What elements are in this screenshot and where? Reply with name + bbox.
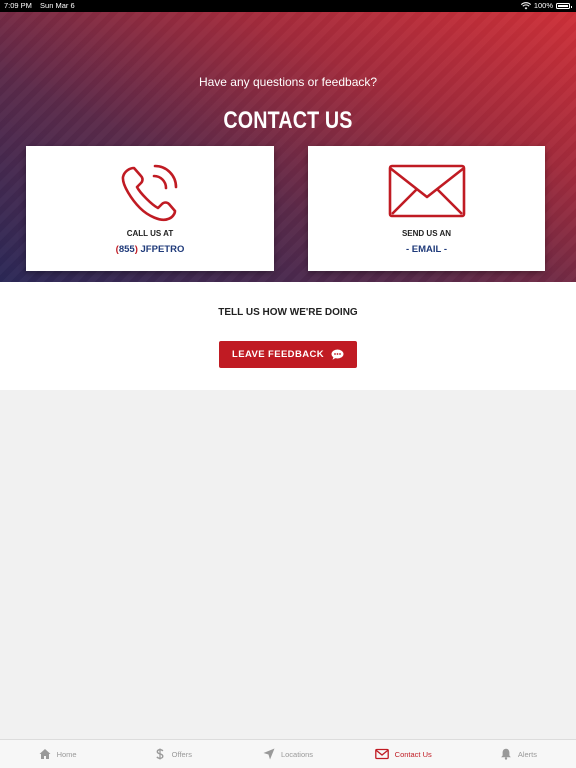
- status-date: Sun Mar 6: [40, 1, 75, 10]
- home-icon: [39, 749, 51, 759]
- status-time: 7:09 PM: [4, 1, 32, 10]
- send-us-label: SEND US AN: [401, 229, 452, 238]
- wifi-icon: [520, 2, 531, 10]
- feedback-section: TELL US HOW WE'RE DOING LEAVE FEEDBACK: [0, 282, 576, 390]
- phone-ringing-icon: [121, 164, 178, 222]
- leave-feedback-label: LEAVE FEEDBACK: [232, 349, 324, 360]
- page-title: CONTACT US: [223, 107, 353, 134]
- tab-contact-us[interactable]: Contact Us: [346, 740, 461, 768]
- hero-question: Have any questions or feedback?: [198, 75, 378, 89]
- phone-number-link[interactable]: (855) JFPETRO: [26, 244, 274, 255]
- tab-alerts[interactable]: Alerts: [461, 740, 576, 768]
- call-us-label: CALL US AT: [126, 229, 174, 238]
- chat-bubble-icon: [331, 349, 344, 360]
- tab-bar: Home Offers Locations Contact Us Alerts: [0, 739, 576, 768]
- phone-number: JFPETRO: [140, 244, 185, 255]
- call-us-card[interactable]: CALL US AT (855) JFPETRO: [26, 146, 274, 271]
- tab-home[interactable]: Home: [0, 740, 115, 768]
- tab-offers-label: Offers: [171, 749, 192, 759]
- tab-contact-us-label: Contact Us: [394, 749, 432, 759]
- location-arrow-icon: [263, 748, 275, 760]
- envelope-icon: [388, 164, 465, 218]
- area-code: 855: [118, 244, 135, 255]
- email-us-card[interactable]: SEND US AN - EMAIL -: [308, 146, 545, 271]
- status-bar: 7:09 PM Sun Mar 6 100%: [0, 0, 576, 12]
- email-link[interactable]: - EMAIL -: [308, 244, 545, 255]
- leave-feedback-button[interactable]: LEAVE FEEDBACK: [219, 341, 357, 368]
- tab-locations-label: Locations: [280, 749, 314, 759]
- contact-hero: Have any questions or feedback? CONTACT …: [0, 12, 576, 282]
- dollar-icon: [156, 748, 164, 760]
- bell-icon: [501, 748, 511, 760]
- envelope-icon: [374, 748, 389, 760]
- tab-home-label: Home: [56, 749, 77, 759]
- battery-percent: 100%: [533, 1, 553, 10]
- tab-alerts-label: Alerts: [517, 749, 537, 759]
- tab-offers[interactable]: Offers: [115, 740, 230, 768]
- tab-locations[interactable]: Locations: [230, 740, 345, 768]
- battery-icon: [556, 3, 572, 9]
- feedback-title: TELL US HOW WE'RE DOING: [218, 307, 358, 318]
